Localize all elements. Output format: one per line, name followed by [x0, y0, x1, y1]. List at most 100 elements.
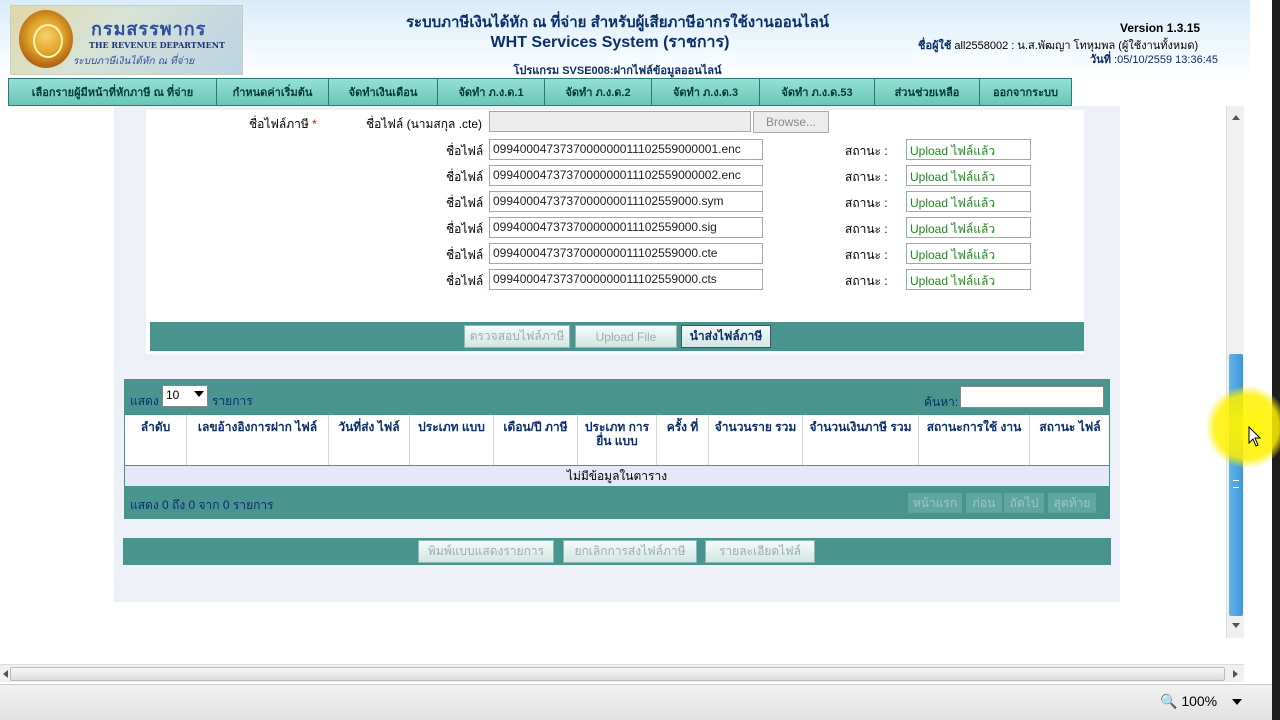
horizontal-scroll-thumb[interactable]: [10, 667, 1225, 681]
file-label: ชื่อไฟล์: [446, 222, 484, 236]
pager-last[interactable]: สุดท้าย: [1048, 493, 1096, 513]
file-label: ชื่อไฟล์: [446, 170, 484, 184]
status-label: สถานะ :: [845, 144, 888, 158]
file-detail-button[interactable]: รายละเอียดไฟล์: [705, 540, 815, 563]
scroll-down-icon[interactable]: [1232, 623, 1240, 628]
menu-pnd53[interactable]: จัดทำ ภ.ง.ด.53: [759, 78, 875, 106]
header-banner: กรมสรรพากร THE REVENUE DEPARTMENT ระบบภา…: [0, 0, 1250, 78]
menu-pnd3[interactable]: จัดทำ ภ.ง.ด.3: [651, 78, 760, 106]
pager-next[interactable]: ถัดไป: [1004, 493, 1044, 513]
column-header[interactable]: ประเภท แบบ: [410, 415, 494, 465]
file-status-field: Upload ไฟล์แล้ว: [906, 165, 1031, 186]
window-edge: [1272, 0, 1280, 720]
status-label: สถานะ :: [845, 248, 888, 262]
date-label: วันที่: [1090, 54, 1111, 66]
cancel-submit-button[interactable]: ยกเลิกการส่งไฟล์ภาษี: [563, 540, 697, 563]
file-label: ชื่อไฟล์: [446, 274, 484, 288]
table-footer: แสดง 0 ถึง 0 จาก 0 รายการ หน้าแรก ก่อน ถ…: [124, 487, 1110, 519]
pager-prev[interactable]: ก่อน: [966, 493, 1002, 513]
main-menu: เลือกรายผู้มีหน้าที่หักภาษี ณ ที่จ่าย กำ…: [8, 78, 1072, 106]
cursor-highlight: [1206, 386, 1280, 468]
magnifier-icon: 🔍: [1160, 693, 1178, 709]
column-header[interactable]: จำนวนเงินภาษี รวม: [803, 415, 919, 465]
file-name-field: 0994000473737000000011102559000.sym: [489, 191, 763, 212]
seal-icon: [19, 10, 73, 68]
date-value: :05/10/2559 13:36:45: [1114, 54, 1218, 66]
search-label: ค้นหา:: [924, 395, 959, 409]
browse-button[interactable]: Browse...: [753, 111, 829, 133]
file-name-field: 0994000473737000000011102559000001.enc: [489, 139, 763, 160]
column-header[interactable]: สถานะ ไฟล์: [1030, 415, 1110, 465]
page-size-value: 10: [166, 388, 180, 402]
revenue-department-logo: กรมสรรพากร THE REVENUE DEPARTMENT ระบบภา…: [10, 5, 243, 75]
column-header[interactable]: เลขอ้างอิงการฝาก ไฟล์: [187, 415, 329, 465]
table-info: แสดง 0 ถึง 0 จาก 0 รายการ: [130, 498, 274, 512]
menu-help[interactable]: ส่วนช่วยเหลือ: [874, 78, 980, 106]
table-header: ลำดับ เลขอ้างอิงการฝาก ไฟล์ วันที่ส่ง ไฟ…: [124, 415, 1110, 465]
file-label: ชื่อไฟล์: [446, 196, 484, 210]
file-status-field: Upload ไฟล์แล้ว: [906, 269, 1031, 290]
search-input[interactable]: [960, 386, 1104, 408]
tax-file-label: ชื่อไฟล์ภาษี *: [249, 115, 317, 134]
menu-pnd1[interactable]: จัดทำ ภ.ง.ด.1: [437, 78, 545, 106]
column-header[interactable]: สถานะการใช้ งาน: [919, 415, 1030, 465]
vertical-scrollbar[interactable]: [1226, 106, 1244, 638]
scroll-right-icon[interactable]: [1233, 670, 1238, 678]
menu-logout[interactable]: ออกจากระบบ: [979, 78, 1072, 106]
file-label: ชื่อไฟล์: [446, 144, 484, 158]
column-header[interactable]: เดือน/ปี ภาษี: [494, 415, 578, 465]
status-label: สถานะ :: [845, 196, 888, 210]
logo-sub-text: ระบบภาษีเงินได้หัก ณ ที่จ่าย: [73, 56, 195, 67]
file-name-field: 0994000473737000000011102559000.cte: [489, 243, 763, 264]
logo-english-text: THE REVENUE DEPARTMENT: [89, 40, 225, 50]
menu-salary[interactable]: จัดทำเงินเดือน: [328, 78, 438, 106]
column-header[interactable]: จำนวนราย รวม: [709, 415, 803, 465]
file-name-field: 0994000473737000000011102559000.cts: [489, 269, 763, 290]
column-header[interactable]: วันที่ส่ง ไฟล์: [329, 415, 410, 465]
date-info: วันที่ :05/10/2559 13:36:45: [1090, 50, 1218, 68]
menu-select-payer[interactable]: เลือกรายผู้มีหน้าที่หักภาษี ณ ที่จ่าย: [8, 78, 217, 106]
system-title-english: WHT Services System (ราชการ): [490, 34, 730, 51]
file-label: ชื่อไฟล์: [446, 248, 484, 262]
grip-icon: [1233, 480, 1239, 488]
zoom-level: 100%: [1181, 693, 1218, 709]
horizontal-scrollbar[interactable]: [0, 664, 1244, 682]
required-mark: *: [312, 117, 317, 131]
show-label: แสดง: [130, 394, 159, 408]
chevron-down-icon: [194, 391, 204, 397]
version-text: Version 1.3.15: [1120, 21, 1201, 35]
page-size-select[interactable]: 10: [162, 385, 208, 407]
logo-thai-text: กรมสรรพากร: [91, 19, 207, 40]
upload-file-button[interactable]: Upload File: [575, 325, 677, 348]
empty-table-message: ไม่มีข้อมูลในตาราง: [124, 465, 1110, 487]
tax-file-label-text: ชื่อไฟล์ภาษี: [249, 117, 309, 131]
column-header[interactable]: ครั้ง ที่: [657, 415, 709, 465]
scroll-left-icon[interactable]: [3, 670, 8, 678]
mouse-pointer-icon: [1248, 426, 1262, 447]
pager-first[interactable]: หน้าแรก: [908, 493, 962, 513]
program-title: โปรแกรม SVSE008:ฝากไฟล์ข้อมูลออนไลน์: [513, 65, 722, 77]
browser-status-bar: 🔍 100%: [0, 684, 1280, 720]
menu-pnd2[interactable]: จัดทำ ภ.ง.ด.2: [544, 78, 652, 106]
submit-tax-file-button[interactable]: นำส่งไฟล์ภาษี: [681, 325, 771, 348]
zoom-control[interactable]: 🔍 100%: [1160, 693, 1217, 710]
column-header[interactable]: ประเภท การยื่น แบบ: [578, 415, 657, 465]
file-status-field: Upload ไฟล์แล้ว: [906, 191, 1031, 212]
file-ext-label: ชื่อไฟล์ (นามสกุล .cte): [366, 117, 483, 131]
menu-initial-settings[interactable]: กำหนดค่าเริ่มต้น: [216, 78, 329, 106]
chevron-down-icon[interactable]: [1232, 699, 1242, 705]
file-name-field: 0994000473737000000011102559000.sig: [489, 217, 763, 238]
file-status-field: Upload ไฟล์แล้ว: [906, 217, 1031, 238]
user-label: ชื่อผู้ใช้: [918, 40, 952, 52]
check-tax-file-button[interactable]: ตรวจสอบไฟล์ภาษี: [464, 325, 570, 348]
bottom-button-bar: พิมพ์แบบแสดงรายการ ยกเลิกการส่งไฟล์ภาษี …: [123, 538, 1111, 565]
scroll-up-icon[interactable]: [1232, 115, 1240, 120]
status-label: สถานะ :: [845, 170, 888, 184]
items-label: รายการ: [212, 394, 253, 408]
file-status-field: Upload ไฟล์แล้ว: [906, 243, 1031, 264]
file-status-field: Upload ไฟล์แล้ว: [906, 139, 1031, 160]
file-path-input[interactable]: [489, 111, 751, 132]
print-report-button[interactable]: พิมพ์แบบแสดงรายการ: [418, 540, 554, 563]
column-header[interactable]: ลำดับ: [125, 415, 187, 465]
status-label: สถานะ :: [845, 274, 888, 288]
